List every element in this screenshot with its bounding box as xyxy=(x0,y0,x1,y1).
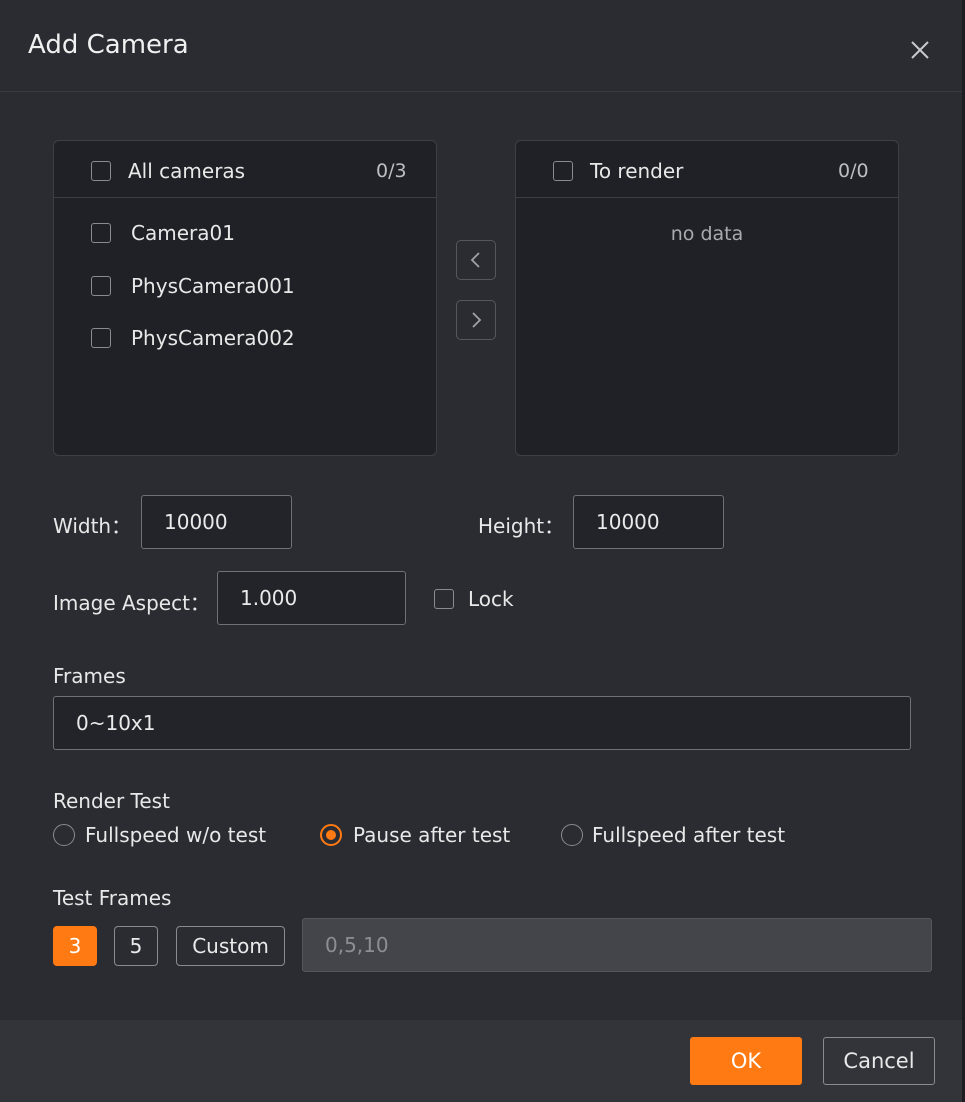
frames-input[interactable] xyxy=(53,696,911,750)
chevron-left-icon xyxy=(470,252,480,268)
custom-test-frames-input xyxy=(302,918,932,972)
radio-label: Pause after test xyxy=(353,823,511,847)
lock-aspect-checkbox[interactable] xyxy=(434,589,454,609)
height-input[interactable] xyxy=(573,495,724,549)
height-label: Height： xyxy=(478,514,565,538)
list-item-label: PhysCamera001 xyxy=(131,274,295,298)
dialog-title: Add Camera xyxy=(28,30,189,60)
radio-label: Fullspeed w/o test xyxy=(85,823,267,847)
ok-button[interactable]: OK xyxy=(690,1037,802,1085)
list-item-label: PhysCamera002 xyxy=(131,326,295,350)
target-list-count: 0/0 xyxy=(838,160,869,182)
render-camera-list: To render 0/0 no data xyxy=(515,140,899,456)
add-camera-dialog: Add Camera All cameras 0/3 Camera01 Phys… xyxy=(0,0,962,1102)
list-item-label: Camera01 xyxy=(131,221,235,245)
render-test-label: Render Test xyxy=(53,789,170,813)
move-to-source-button[interactable] xyxy=(456,240,496,280)
lock-label: Lock xyxy=(468,587,514,611)
frames-label: Frames xyxy=(53,664,126,688)
width-input[interactable] xyxy=(141,495,292,549)
physcamera002-checkbox[interactable] xyxy=(91,328,111,348)
target-list-title: To render xyxy=(590,159,684,183)
source-list-header: All cameras 0/3 xyxy=(54,141,436,198)
camera01-checkbox[interactable] xyxy=(91,223,111,243)
radio-button-selected[interactable] xyxy=(320,824,342,846)
radio-button[interactable] xyxy=(53,824,75,846)
test-frames-5-button[interactable]: 5 xyxy=(114,926,158,966)
close-icon xyxy=(911,41,929,59)
source-camera-list: All cameras 0/3 Camera01 PhysCamera001 P… xyxy=(53,140,437,456)
close-button[interactable] xyxy=(904,34,936,66)
target-list-header: To render 0/0 xyxy=(516,141,898,198)
empty-state: no data xyxy=(670,223,744,245)
select-all-render-checkbox[interactable] xyxy=(553,161,573,181)
select-all-cameras-checkbox[interactable] xyxy=(91,161,111,181)
chevron-right-icon xyxy=(472,312,482,328)
dialog-header: Add Camera xyxy=(0,0,962,92)
test-frames-label: Test Frames xyxy=(53,886,172,910)
source-list-title: All cameras xyxy=(128,159,246,183)
radio-button[interactable] xyxy=(561,824,583,846)
width-label: Width： xyxy=(53,514,132,538)
physcamera001-checkbox[interactable] xyxy=(91,276,111,296)
dialog-footer xyxy=(0,1020,962,1102)
image-aspect-input[interactable] xyxy=(217,571,406,625)
radio-label: Fullspeed after test xyxy=(592,823,786,847)
move-to-render-button[interactable] xyxy=(456,300,496,340)
cancel-button[interactable]: Cancel xyxy=(823,1037,935,1085)
image-aspect-label: Image Aspect： xyxy=(53,591,210,615)
test-frames-custom-button[interactable]: Custom xyxy=(176,926,285,966)
source-list-count: 0/3 xyxy=(376,160,407,182)
test-frames-3-button[interactable]: 3 xyxy=(53,926,97,966)
